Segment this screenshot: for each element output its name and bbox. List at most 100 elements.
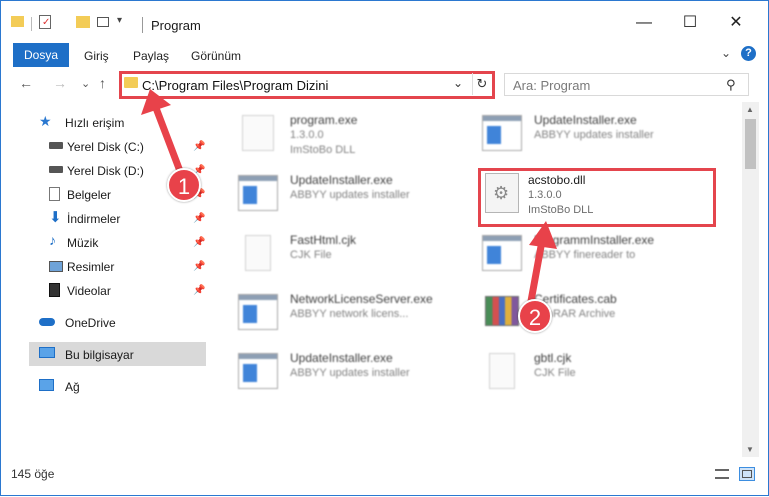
network-icon [39,379,54,391]
address-path[interactable]: C:\Program Files\Program Dizini [142,78,328,93]
pin-icon[interactable]: 📌 [193,213,205,224]
sidebar-item-label: Müzik [67,236,99,250]
file-item[interactable]: FastHtml.cjk CJK File [238,231,438,287]
app-icon [482,235,522,271]
sidebar-item-label: Ağ [65,380,80,394]
details-view-icon[interactable] [715,467,731,481]
refresh-button[interactable]: ↻ [472,73,491,95]
file-name: ProgrammInstaller.exe [534,233,655,247]
file-description: CJK File [534,367,576,379]
file-item[interactable]: UpdateInstaller.exe ABBYY updates instal… [238,349,438,405]
highlight-box [478,168,716,227]
downloads-icon: ⬇ [49,209,62,226]
app-icon [238,175,278,211]
folder-icon [11,13,24,31]
title-separator [142,17,143,33]
document-icon [245,235,271,271]
minimize-button[interactable]: — [621,9,667,37]
help-icon[interactable]: ? [741,46,756,61]
drive-icon [49,142,63,149]
videos-icon [49,283,60,297]
drive-icon [49,166,63,173]
file-name: UpdateInstaller.exe [290,351,393,365]
file-description: ABBYY updates installer [534,129,654,141]
close-button[interactable]: ✕ [713,9,759,37]
window-title: Program [151,18,201,33]
step2-badge: 2 [518,299,552,333]
file-version: 1.3.0.0 [290,129,324,141]
file-item[interactable]: ProgrammInstaller.exe ABBYY finereader t… [482,231,712,287]
sidebar-item-label: Yerel Disk (C:) [67,140,144,154]
file-description: ABBYY updates installer [290,189,410,201]
expand-ribbon-icon[interactable]: ⌄ [721,46,731,60]
app-icon [482,115,522,151]
folder-icon [124,77,138,88]
tab-home[interactable]: Giriş [84,49,109,63]
pin-icon[interactable]: 📌 [193,285,205,296]
file-item[interactable]: NetworkLicenseServer.exe ABBYY network l… [238,290,458,346]
file-description: ImStoBo DLL [290,144,356,156]
file-name: UpdateInstaller.exe [290,173,393,187]
file-description: ABBYY updates installer [290,367,410,379]
star-icon: ★ [39,113,52,129]
pictures-icon [49,261,63,272]
file-name: gbtl.cjk [534,351,572,365]
forward-button[interactable]: → [53,75,67,91]
documents-icon [49,187,60,201]
customize-toolbar-icon[interactable]: ▾ [117,15,127,33]
file-name: UpdateInstaller.exe [534,113,637,127]
file-name: program.exe [290,113,358,127]
pin-icon[interactable]: 📌 [193,261,205,272]
ribbon [1,41,768,67]
file-item[interactable]: UpdateInstaller.exe ABBYY updates instal… [482,111,712,167]
sidebar-item-label: Yerel Disk (D:) [67,164,144,178]
file-item[interactable]: Certificates.cab WinRAR Archive [482,290,712,346]
pin-icon[interactable]: 📌 [193,141,205,152]
search-placeholder: Ara: Program [513,78,591,93]
sidebar-item-label: Belgeler [67,188,112,202]
up-button[interactable]: ↑ [99,75,106,91]
back-button[interactable]: ← [19,75,33,91]
maximize-button[interactable]: ☐ [667,9,713,37]
tab-view[interactable]: Görünüm [191,49,241,63]
pin-icon[interactable]: 📌 [193,237,205,248]
large-icons-view-icon[interactable] [739,467,755,481]
file-description: CJK File [290,249,332,261]
file-name: NetworkLicenseServer.exe [290,292,433,306]
properties-icon[interactable]: ✓ [39,13,53,31]
explorer-window: ✓ ▾ Program — ☐ ✕ Dosya Giriş Paylaş Gör… [0,0,769,496]
file-item[interactable]: program.exe 1.3.0.0 ImStoBo DLL [238,111,438,167]
archive-icon [485,296,519,326]
scroll-down-icon[interactable]: ▼ [746,445,754,454]
search-icon[interactable]: ⚲ [726,77,736,93]
file-description: ABBYY network licens... [290,308,409,320]
music-icon: ♪ [49,232,56,248]
computer-icon [39,347,55,358]
cloud-icon [39,318,55,326]
app-icon [238,294,278,330]
status-item-count: 145 öğe [11,467,55,481]
tab-file[interactable]: Dosya [13,43,69,67]
sidebar-item-label: Resimler [67,260,115,274]
file-name: FastHtml.cjk [290,233,356,247]
document-icon [489,353,515,389]
file-description: ABBYY finereader to [534,249,636,261]
tab-share[interactable]: Paylaş [133,49,169,63]
new-folder-icon[interactable] [76,13,90,31]
address-dropdown-icon[interactable]: ⌄ [453,76,463,90]
scrollbar-thumb[interactable] [745,119,756,169]
toolbar-separator [31,17,32,31]
exe-setup-icon [242,115,274,151]
sidebar-item-label: Hızlı erişim [65,116,125,130]
file-item[interactable]: UpdateInstaller.exe ABBYY updates instal… [238,171,438,227]
step1-badge: 1 [167,168,201,202]
file-item[interactable]: gbtl.cjk CJK File [482,349,712,405]
view-options-icon[interactable] [97,13,113,31]
sidebar-item-label: Bu bilgisayar [65,348,134,362]
sidebar-item-label: İndirmeler [67,212,121,226]
app-icon [238,353,278,389]
sidebar-item-label: OneDrive [65,316,116,330]
scroll-up-icon[interactable]: ▲ [746,105,754,114]
sidebar-item-label: Videolar [67,284,111,298]
recent-locations-button[interactable]: ⌄ [81,77,90,90]
